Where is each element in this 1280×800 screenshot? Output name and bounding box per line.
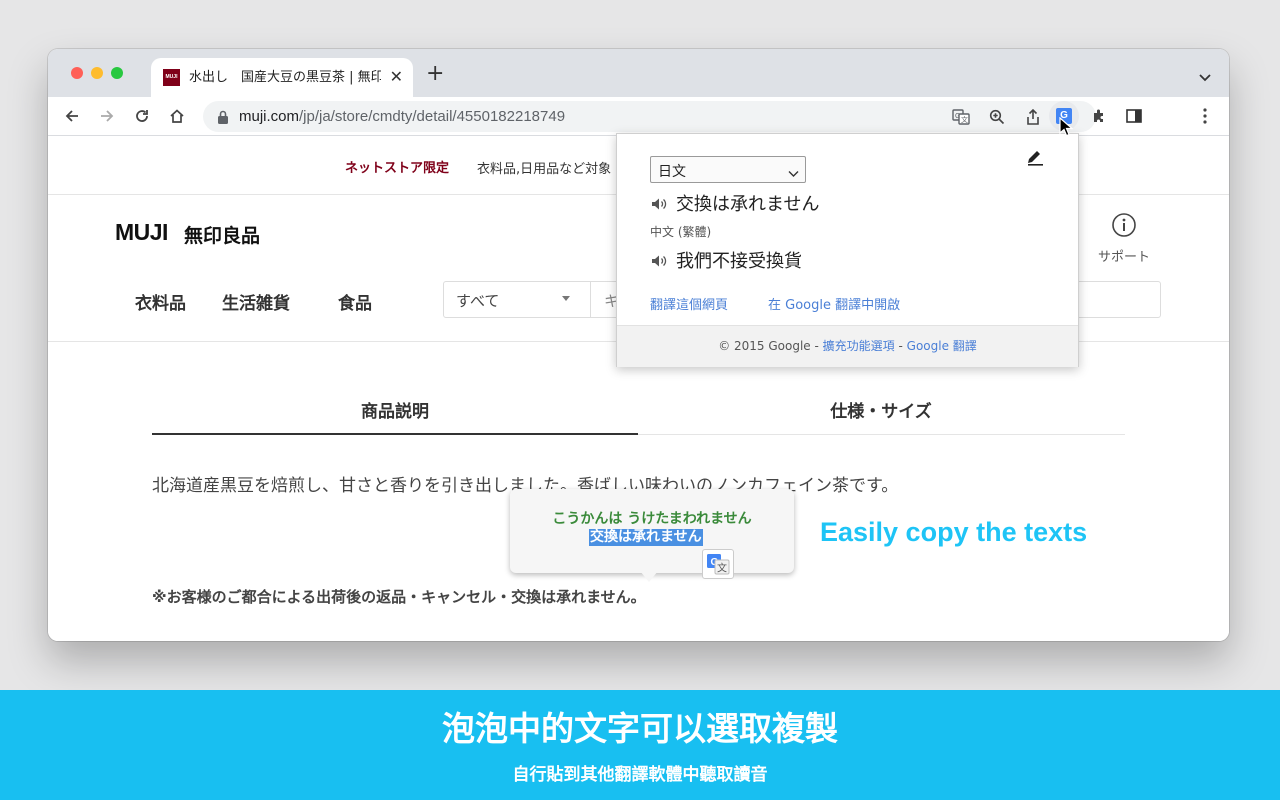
promo-banner: 泡泡中的文字可以選取複製 自行貼到其他翻譯軟體中聽取讀音 [0,690,1280,800]
zoom-window-button[interactable] [111,67,123,79]
google-translate-link[interactable]: Google 翻譯 [907,339,977,353]
tab-strip: MUJI 水出し 国産大豆の黒豆茶 | 無印良品 ✕ + [48,49,1229,97]
translate-popup: 日文 交換は承れません 中文 (繁體) 我們不接受換貨 翻譯這個網頁 在 Goo… [616,133,1079,367]
feature-caption: Easily copy the texts [820,517,1088,547]
target-text[interactable]: 我們不接受換貨 [676,247,802,273]
tab-specs-size[interactable]: 仕様・サイズ [731,397,1031,422]
address-bar[interactable]: muji.com/jp/ja/store/cmdty/detail/455018… [203,101,1096,132]
banner-subtitle: 自行貼到其他翻譯軟體中聽取讀音 [512,765,768,785]
tab-search-chevron-icon[interactable] [1199,67,1211,86]
tab-close-icon[interactable]: ✕ [390,66,403,88]
muji-favicon-icon: MUJI [163,69,180,86]
svg-text:文: 文 [961,115,968,124]
close-window-button[interactable] [71,67,83,79]
extensions-puzzle-icon[interactable] [1085,101,1115,131]
info-icon [1111,213,1137,242]
bubble-tail [640,571,658,582]
nav-category-clothing[interactable]: 衣料品 [135,289,186,314]
footer-copyright: © 2015 Google - [718,339,823,353]
browser-toolbar: muji.com/jp/ja/store/cmdty/detail/455018… [48,97,1229,136]
active-tab-indicator [152,433,638,435]
extension-options-link[interactable]: 擴充功能選項 [823,339,895,353]
bubble-selected-text[interactable]: 交換は承れません [589,529,703,546]
promo-label[interactable]: ネットストア限定 [345,157,449,176]
edit-pencil-icon[interactable] [1026,150,1044,170]
popup-footer: © 2015 Google - 擴充功能選項 - Google 翻譯 [617,325,1078,367]
chevron-down-icon [788,163,799,182]
forward-icon[interactable] [97,106,117,126]
side-panel-icon[interactable] [1119,101,1149,131]
support-link[interactable]: サポート [1094,212,1154,265]
browser-window: MUJI 水出し 国産大豆の黒豆茶 | 無印良品 ✕ + muji.com/jp… [48,49,1229,641]
target-language: 中文 (繁體) [650,225,712,239]
lock-icon[interactable] [217,109,229,128]
support-label: サポート [1097,250,1150,265]
new-tab-button[interactable]: + [426,61,444,87]
bubble-reading[interactable]: こうかんは うけたまわれません [510,508,794,528]
tab-divider [638,434,1125,435]
tab-title: 水出し 国産大豆の黒豆茶 | 無印良品 [189,70,381,85]
kebab-menu-icon[interactable] [1190,101,1220,131]
url-text: muji.com/jp/ja/store/cmdty/detail/455018… [239,108,566,125]
banner-title: 泡泡中的文字可以選取複製 [442,709,838,748]
promo-text: 衣料品,日用品など対象 [477,162,612,177]
back-icon[interactable] [62,106,82,126]
google-translate-icon[interactable]: G文 [702,549,734,579]
minimize-window-button[interactable] [91,67,103,79]
open-in-google-translate-link[interactable]: 在 Google 翻譯中開啟 [768,294,900,313]
muji-logo[interactable]: MUJI [115,219,168,246]
zoom-icon[interactable] [987,107,1007,127]
home-icon[interactable] [167,106,187,126]
reload-icon[interactable] [132,106,152,126]
translate-page-link[interactable]: 翻譯這個網頁 [650,294,728,313]
browser-tab[interactable]: MUJI 水出し 国産大豆の黒豆茶 | 無印良品 ✕ [151,58,413,97]
share-icon[interactable] [1023,107,1043,127]
search-divider [590,282,591,317]
translate-page-icon[interactable]: G文 [951,107,971,127]
muji-logo-jp[interactable]: 無印良品 [184,221,260,248]
source-language-value: 日文 [658,164,686,180]
nav-category-household[interactable]: 生活雑貨 [222,289,290,314]
source-text[interactable]: 交換は承れません [676,190,819,216]
nav-category-food[interactable]: 食品 [338,289,372,314]
source-language-select[interactable]: 日文 [650,156,806,183]
caret-down-icon[interactable] [562,296,570,301]
footer-separator: - [894,339,907,353]
target-speaker-icon[interactable] [651,253,668,272]
return-notice: ※お客様のご都合による出荷後の返品・キャンセル・交換は承れません。 [152,588,646,606]
search-scope-select[interactable]: すべて [456,290,499,311]
translation-bubble: こうかんは うけたまわれません 交換は承れません G文 [510,489,794,582]
mouse-cursor-icon [1059,116,1074,141]
source-speaker-icon[interactable] [651,196,668,215]
tab-product-description[interactable]: 商品説明 [245,397,545,422]
svg-text:文: 文 [717,562,727,575]
